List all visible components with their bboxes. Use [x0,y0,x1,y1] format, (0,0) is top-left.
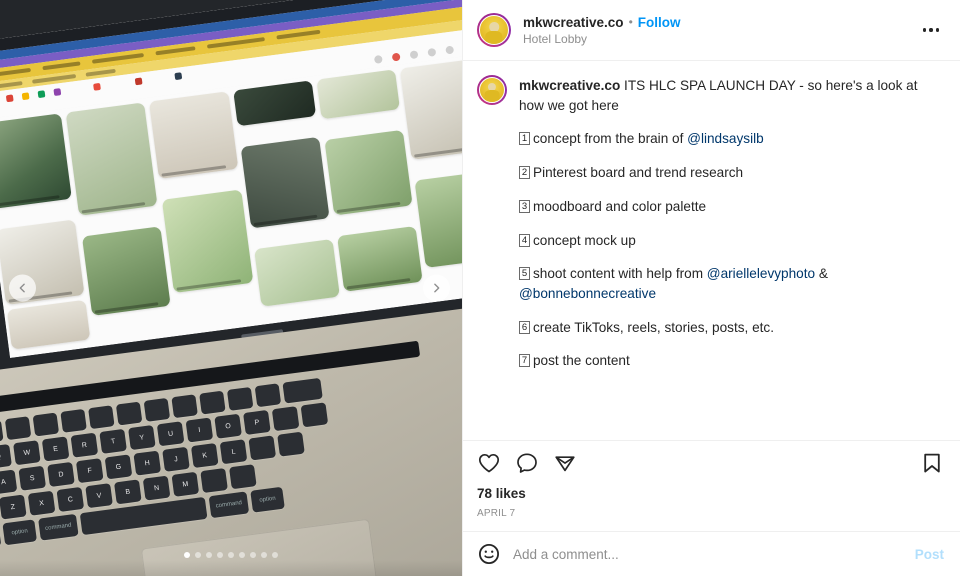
carousel-dot[interactable] [195,552,201,558]
mention-link[interactable]: @ariellelevyphoto [707,266,815,281]
header-username-row: mkwcreative.co • Follow [523,15,918,30]
caption-text: mkwcreative.co ITS HLC SPA LAUNCH DAY - … [519,75,944,115]
post-sidebar: mkwcreative.co • Follow Hotel Lobby mkwc… [462,0,960,576]
post-date: APRIL 7 [477,508,516,519]
caption-list: 1 concept from the brain of @lindsaysilb 2… [477,129,944,371]
browser-favicon [93,82,101,91]
comment-input[interactable] [513,546,903,562]
photo-macbook-desk: tab Q W E R T Y U I O P caps lock A [0,0,462,576]
list-item-text: moodboard and color palette [533,198,707,214]
action-icons-left [477,451,577,475]
paper-plane-icon [555,456,575,472]
post-caption-area: mkwcreative.co ITS HLC SPA LAUNCH DAY - … [463,61,960,440]
caption-list-item: 7 post the content [519,351,944,371]
emoji-picker-button[interactable] [477,542,501,566]
list-item-text: shoot content with help from [533,266,707,282]
carousel-dot[interactable] [261,552,267,558]
browser-favicon [134,77,143,86]
carousel-dot[interactable] [239,552,245,558]
smiley-face-icon [478,543,500,565]
desk-edge [0,560,462,576]
more-options-button[interactable] [918,17,944,43]
instagram-post: tab Q W E R T Y U I O P caps lock A [0,0,960,576]
carousel-dot[interactable] [184,552,190,558]
carousel-prev-button[interactable] [9,274,36,302]
caption-list-item: 6 create TikToks, reels, stories, posts, … [519,318,944,338]
carousel-dot[interactable] [217,552,223,558]
list-number-badge: 1 [519,132,530,146]
chevron-right-icon [434,283,440,293]
browser-favicon [174,72,183,81]
carousel-dots [184,552,278,558]
heart-icon [478,453,500,473]
avatar-image [479,15,509,45]
browser-favicon [5,94,14,103]
list-number-badge: 5 [519,267,530,281]
post-media[interactable]: tab Q W E R T Y U I O P caps lock A [0,0,462,576]
header-separator: • [628,15,633,29]
bookmark-icon [924,453,940,473]
list-item-text: concept from the brain of [533,131,688,147]
list-item-text: Pinterest board and trend research [533,165,744,181]
carousel-dot[interactable] [250,552,256,558]
caption-list-item: 5 shoot content with help from @ariellele… [519,264,944,303]
caption-row: mkwcreative.co ITS HLC SPA LAUNCH DAY - … [477,75,944,115]
caption-list-item: 1 concept from the brain of @lindsaysilb [519,129,944,149]
caption-avatar-image [479,77,505,103]
dot [929,28,933,32]
post-comment-button[interactable]: Post [915,547,944,562]
caption-list-item: 4 concept mock up [519,231,944,251]
browser-favicon [53,88,62,97]
comment-bar: Post [463,531,960,576]
list-number-badge: 6 [519,320,530,334]
comment-button[interactable] [515,451,539,475]
list-number-badge: 4 [519,233,530,247]
comment-bubble-icon [517,453,537,473]
caption-list-item: 3 moodboard and color palette [519,197,944,217]
action-icons-right [920,451,944,475]
dot [935,28,940,32]
mention-link[interactable]: @bonnebonnecreative [519,286,656,301]
carousel-next-button[interactable] [423,274,450,302]
avatar[interactable] [477,13,511,47]
list-item-tail: & [815,266,828,282]
action-icon-row [477,451,944,475]
mention-link[interactable]: @lindsaysilb [687,131,764,146]
save-button[interactable] [920,451,944,475]
like-button[interactable] [477,451,501,475]
list-item-text: create TikToks, reels, stories, posts, e… [533,319,774,335]
chevron-left-icon [19,283,25,293]
caption-username[interactable]: mkwcreative.co [519,78,620,93]
carousel-dot[interactable] [272,552,278,558]
like-count[interactable]: 78 likes [477,486,944,501]
laptop-screen [0,0,462,359]
carousel-dot[interactable] [228,552,234,558]
header-location[interactable]: Hotel Lobby [523,32,918,46]
header-username[interactable]: mkwcreative.co [523,15,624,30]
header-text: mkwcreative.co • Follow Hotel Lobby [523,15,918,46]
list-number-badge: 2 [519,166,530,180]
list-number-badge: 7 [519,354,530,368]
list-item-text: concept mock up [533,232,636,248]
dot [922,28,927,32]
share-button[interactable] [553,451,577,475]
post-actions: 78 likes APRIL 7 [463,440,960,531]
caption-list-item: 2 Pinterest board and trend research [519,163,944,183]
list-item-text: post the content [533,353,630,369]
carousel-dot[interactable] [206,552,212,558]
post-header: mkwcreative.co • Follow Hotel Lobby [463,0,960,61]
browser-favicon [37,90,46,99]
browser-favicon [21,92,30,101]
follow-button[interactable]: Follow [638,15,681,30]
caption-avatar[interactable] [477,75,507,105]
list-number-badge: 3 [519,199,530,213]
